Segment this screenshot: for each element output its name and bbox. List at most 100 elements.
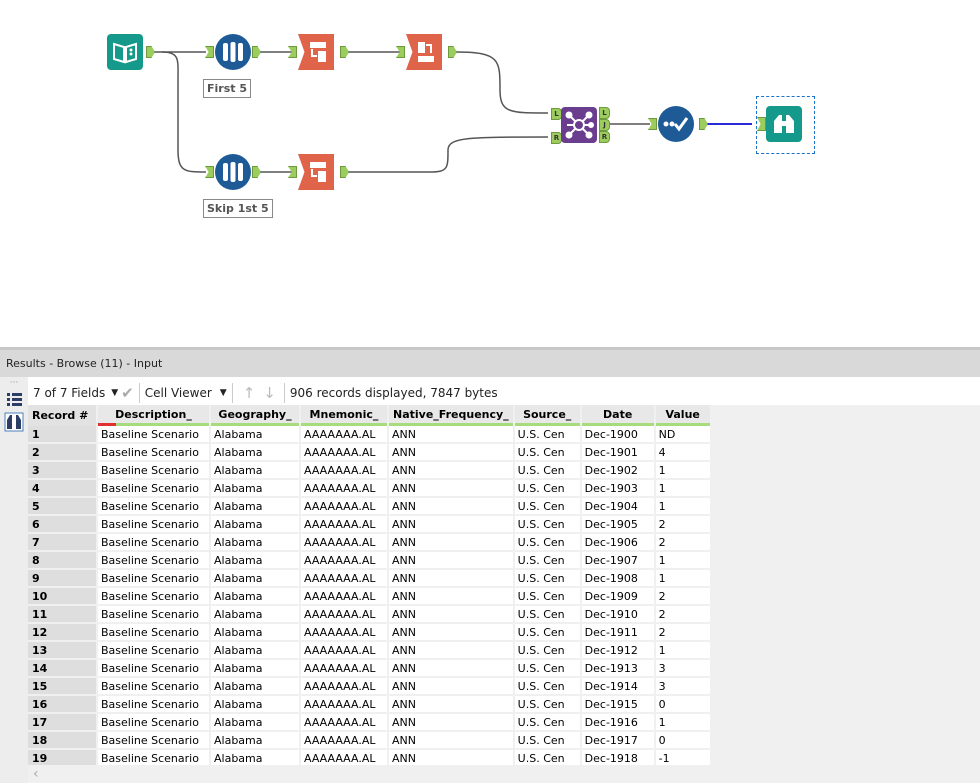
table-cell[interactable]: AAAAAAA.AL bbox=[301, 498, 387, 516]
table-cell[interactable]: Dec-1912 bbox=[581, 642, 654, 660]
record-number[interactable]: 13 bbox=[28, 642, 96, 660]
table-cell[interactable]: 2 bbox=[655, 534, 710, 552]
table-cell[interactable]: 1 bbox=[655, 570, 710, 588]
table-cell[interactable]: AAAAAAA.AL bbox=[301, 660, 387, 678]
table-cell[interactable]: 3 bbox=[655, 660, 710, 678]
table-cell[interactable]: AAAAAAA.AL bbox=[301, 462, 387, 480]
table-row[interactable]: 5 Baseline Scenario Alabama AAAAAAA.AL ANN U.… bbox=[28, 498, 710, 516]
table-cell[interactable]: 2 bbox=[655, 516, 710, 534]
table-cell[interactable]: 1 bbox=[655, 462, 710, 480]
table-cell[interactable]: Baseline Scenario bbox=[98, 732, 209, 750]
arrow-down-icon[interactable]: ↓ bbox=[263, 384, 276, 402]
table-cell[interactable]: ANN bbox=[389, 534, 513, 552]
table-cell[interactable]: U.S. Cen bbox=[514, 714, 580, 732]
table-cell[interactable]: Baseline Scenario bbox=[98, 552, 209, 570]
table-cell[interactable]: ANN bbox=[389, 696, 513, 714]
record-number[interactable]: 12 bbox=[28, 624, 96, 642]
checkmark-icon[interactable]: ✔ bbox=[121, 384, 134, 402]
table-cell[interactable]: Baseline Scenario bbox=[98, 480, 209, 498]
table-cell[interactable]: AAAAAAA.AL bbox=[301, 696, 387, 714]
table-cell[interactable]: ANN bbox=[389, 606, 513, 624]
table-cell[interactable]: ANN bbox=[389, 426, 513, 444]
results-grid[interactable]: Record # Description_ Geography_ Mnemonic_ N… bbox=[28, 405, 980, 765]
table-cell[interactable]: U.S. Cen bbox=[514, 606, 580, 624]
table-cell[interactable]: Baseline Scenario bbox=[98, 426, 209, 444]
table-cell[interactable]: U.S. Cen bbox=[514, 534, 580, 552]
table-cell[interactable]: 2 bbox=[655, 624, 710, 642]
table-cell[interactable]: Alabama bbox=[211, 498, 299, 516]
table-cell[interactable]: Alabama bbox=[211, 642, 299, 660]
table-cell[interactable]: Dec-1905 bbox=[581, 516, 654, 534]
table-cell[interactable]: 1 bbox=[655, 498, 710, 516]
table-cell[interactable]: 0 bbox=[655, 696, 710, 714]
record-number[interactable]: 2 bbox=[28, 444, 96, 462]
table-cell[interactable]: Dec-1903 bbox=[581, 480, 654, 498]
table-cell[interactable]: -1 bbox=[655, 750, 710, 765]
join-left-output-anchor[interactable]: L bbox=[599, 107, 610, 119]
table-cell[interactable]: AAAAAAA.AL bbox=[301, 480, 387, 498]
record-number[interactable]: 8 bbox=[28, 552, 96, 570]
table-row[interactable]: 4 Baseline Scenario Alabama AAAAAAA.AL ANN U.… bbox=[28, 480, 710, 498]
workflow-canvas[interactable]: First 5 Skip 1st 5 L R L J R bbox=[0, 0, 980, 347]
table-cell[interactable]: Dec-1915 bbox=[581, 696, 654, 714]
column-header[interactable]: Native_Frequency_ bbox=[389, 405, 513, 426]
table-cell[interactable]: ANN bbox=[389, 624, 513, 642]
table-row[interactable]: 3 Baseline Scenario Alabama AAAAAAA.AL ANN U.… bbox=[28, 462, 710, 480]
chevron-down-icon[interactable]: ▼ bbox=[220, 388, 227, 398]
table-cell[interactable]: AAAAAAA.AL bbox=[301, 444, 387, 462]
table-row[interactable]: 15 Baseline Scenario Alabama AAAAAAA.AL ANN U… bbox=[28, 678, 710, 696]
table-cell[interactable]: Baseline Scenario bbox=[98, 678, 209, 696]
table-row[interactable]: 7 Baseline Scenario Alabama AAAAAAA.AL ANN U.… bbox=[28, 534, 710, 552]
table-cell[interactable]: ANN bbox=[389, 642, 513, 660]
table-cell[interactable]: Dec-1901 bbox=[581, 444, 654, 462]
table-row[interactable]: 17 Baseline Scenario Alabama AAAAAAA.AL ANN U… bbox=[28, 714, 710, 732]
list-view-icon[interactable] bbox=[0, 389, 28, 409]
scroll-left-icon[interactable]: ‹ bbox=[33, 766, 39, 782]
table-cell[interactable]: U.S. Cen bbox=[514, 570, 580, 588]
table-cell[interactable]: Dec-1916 bbox=[581, 714, 654, 732]
table-cell[interactable]: Alabama bbox=[211, 426, 299, 444]
record-number[interactable]: 5 bbox=[28, 498, 96, 516]
browse-view-icon[interactable] bbox=[0, 412, 28, 432]
table-cell[interactable]: 2 bbox=[655, 606, 710, 624]
table-cell[interactable]: AAAAAAA.AL bbox=[301, 732, 387, 750]
record-number[interactable]: 11 bbox=[28, 606, 96, 624]
table-row[interactable]: 14 Baseline Scenario Alabama AAAAAAA.AL ANN U… bbox=[28, 660, 710, 678]
table-row[interactable]: 12 Baseline Scenario Alabama AAAAAAA.AL ANN U… bbox=[28, 624, 710, 642]
table-cell[interactable]: U.S. Cen bbox=[514, 462, 580, 480]
table-cell[interactable]: AAAAAAA.AL bbox=[301, 624, 387, 642]
table-cell[interactable]: Baseline Scenario bbox=[98, 696, 209, 714]
table-cell[interactable]: Alabama bbox=[211, 660, 299, 678]
table-cell[interactable]: AAAAAAA.AL bbox=[301, 426, 387, 444]
table-cell[interactable]: ANN bbox=[389, 480, 513, 498]
table-cell[interactable]: AAAAAAA.AL bbox=[301, 750, 387, 765]
table-row[interactable]: 6 Baseline Scenario Alabama AAAAAAA.AL ANN U.… bbox=[28, 516, 710, 534]
table-cell[interactable]: AAAAAAA.AL bbox=[301, 606, 387, 624]
table-row[interactable]: 8 Baseline Scenario Alabama AAAAAAA.AL ANN U.… bbox=[28, 552, 710, 570]
table-cell[interactable]: U.S. Cen bbox=[514, 552, 580, 570]
record-number[interactable]: 4 bbox=[28, 480, 96, 498]
record-number[interactable]: 19 bbox=[28, 750, 96, 765]
table-cell[interactable]: Dec-1910 bbox=[581, 606, 654, 624]
table-row[interactable]: 9 Baseline Scenario Alabama AAAAAAA.AL ANN U.… bbox=[28, 570, 710, 588]
table-cell[interactable]: U.S. Cen bbox=[514, 426, 580, 444]
table-row[interactable]: 10 Baseline Scenario Alabama AAAAAAA.AL ANN U… bbox=[28, 588, 710, 606]
table-cell[interactable]: U.S. Cen bbox=[514, 732, 580, 750]
record-number[interactable]: 1 bbox=[28, 426, 96, 444]
table-row[interactable]: 19 Baseline Scenario Alabama AAAAAAA.AL ANN U… bbox=[28, 750, 710, 765]
table-cell[interactable]: U.S. Cen bbox=[514, 498, 580, 516]
table-cell[interactable]: ANN bbox=[389, 732, 513, 750]
table-cell[interactable]: Dec-1904 bbox=[581, 498, 654, 516]
table-cell[interactable]: AAAAAAA.AL bbox=[301, 570, 387, 588]
table-cell[interactable]: 4 bbox=[655, 444, 710, 462]
table-cell[interactable]: Dec-1918 bbox=[581, 750, 654, 765]
table-row[interactable]: 16 Baseline Scenario Alabama AAAAAAA.AL ANN U… bbox=[28, 696, 710, 714]
table-cell[interactable]: ANN bbox=[389, 552, 513, 570]
table-cell[interactable]: AAAAAAA.AL bbox=[301, 516, 387, 534]
table-cell[interactable]: AAAAAAA.AL bbox=[301, 588, 387, 606]
table-cell[interactable]: Baseline Scenario bbox=[98, 660, 209, 678]
table-cell[interactable]: Dec-1914 bbox=[581, 678, 654, 696]
column-header[interactable]: Date bbox=[581, 405, 654, 426]
record-number[interactable]: 16 bbox=[28, 696, 96, 714]
table-cell[interactable]: Baseline Scenario bbox=[98, 642, 209, 660]
